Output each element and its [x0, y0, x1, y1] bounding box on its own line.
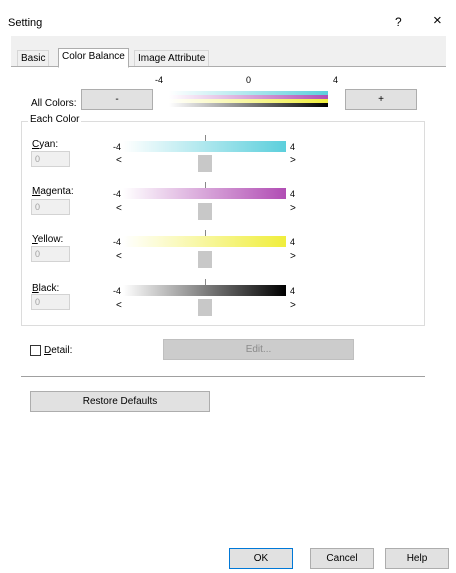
cyan-right-arrow[interactable]: > [290, 155, 296, 166]
restore-defaults-button[interactable]: Restore Defaults [30, 391, 210, 412]
magenta-center-tick [205, 182, 206, 188]
cyan-value[interactable]: 0 [31, 151, 70, 167]
close-icon[interactable]: × [433, 12, 442, 29]
black-left-arrow[interactable]: < [116, 300, 122, 311]
help-button[interactable]: Help [385, 548, 449, 569]
cyan-slider-thumb[interactable] [198, 155, 212, 172]
black-center-tick [205, 279, 206, 285]
cyan-tick-max: 4 [290, 142, 296, 152]
yellow-left-arrow[interactable]: < [116, 251, 122, 262]
cyan-label: Cyan: [32, 139, 59, 150]
black-label: Black: [32, 283, 60, 294]
yellow-value[interactable]: 0 [31, 246, 70, 262]
yellow-center-tick [205, 230, 206, 236]
black-value[interactable]: 0 [31, 294, 70, 310]
yellow-label: Yellow: [32, 234, 64, 245]
cyan-center-tick [205, 135, 206, 141]
title-bar [0, 0, 456, 36]
magenta-tick-min: -4 [113, 189, 122, 199]
yellow-right-arrow[interactable]: > [290, 251, 296, 262]
black-tick-max: 4 [290, 286, 296, 296]
tab-basic[interactable]: Basic [17, 50, 50, 67]
detail-label: Detail: [44, 345, 73, 356]
all-colors-plus-button[interactable]: + [345, 89, 417, 110]
black-tick-min: -4 [113, 286, 122, 296]
window-title: Setting [8, 17, 43, 29]
yellow-slider-thumb[interactable] [198, 251, 212, 268]
black-gradient [123, 285, 286, 296]
all-colors-tick-max: 4 [333, 75, 339, 85]
yellow-tick-max: 4 [290, 237, 296, 247]
all-colors-tick-min: -4 [155, 75, 164, 85]
magenta-left-arrow[interactable]: < [116, 203, 122, 214]
all-colors-minus-button[interactable]: - [81, 89, 153, 110]
tab-image-attribute[interactable]: Image Attribute [134, 50, 210, 67]
all-colors-gradient [169, 91, 328, 107]
tab-color-balance[interactable]: Color Balance [58, 48, 129, 68]
yellow-gradient [123, 236, 286, 247]
each-color-title: Each Color [28, 114, 82, 125]
magenta-gradient [123, 188, 286, 199]
all-colors-label: All Colors: [31, 98, 77, 109]
all-colors-tick-mid: 0 [246, 75, 252, 85]
black-right-arrow[interactable]: > [290, 300, 296, 311]
yellow-tick-min: -4 [113, 237, 122, 247]
cancel-button[interactable]: Cancel [310, 548, 374, 569]
cyan-tick-min: -4 [113, 142, 122, 152]
separator [21, 376, 425, 377]
detail-checkbox[interactable] [30, 345, 41, 356]
magenta-label: Magenta: [32, 186, 74, 197]
magenta-slider-thumb[interactable] [198, 203, 212, 220]
cyan-left-arrow[interactable]: < [116, 155, 122, 166]
edit-button[interactable]: Edit... [163, 339, 354, 360]
black-slider-thumb[interactable] [198, 299, 212, 316]
cyan-gradient [123, 141, 286, 152]
ok-button[interactable]: OK [229, 548, 293, 569]
magenta-right-arrow[interactable]: > [290, 203, 296, 214]
magenta-tick-max: 4 [290, 189, 296, 199]
help-icon[interactable]: ? [395, 15, 402, 29]
magenta-value[interactable]: 0 [31, 199, 70, 215]
